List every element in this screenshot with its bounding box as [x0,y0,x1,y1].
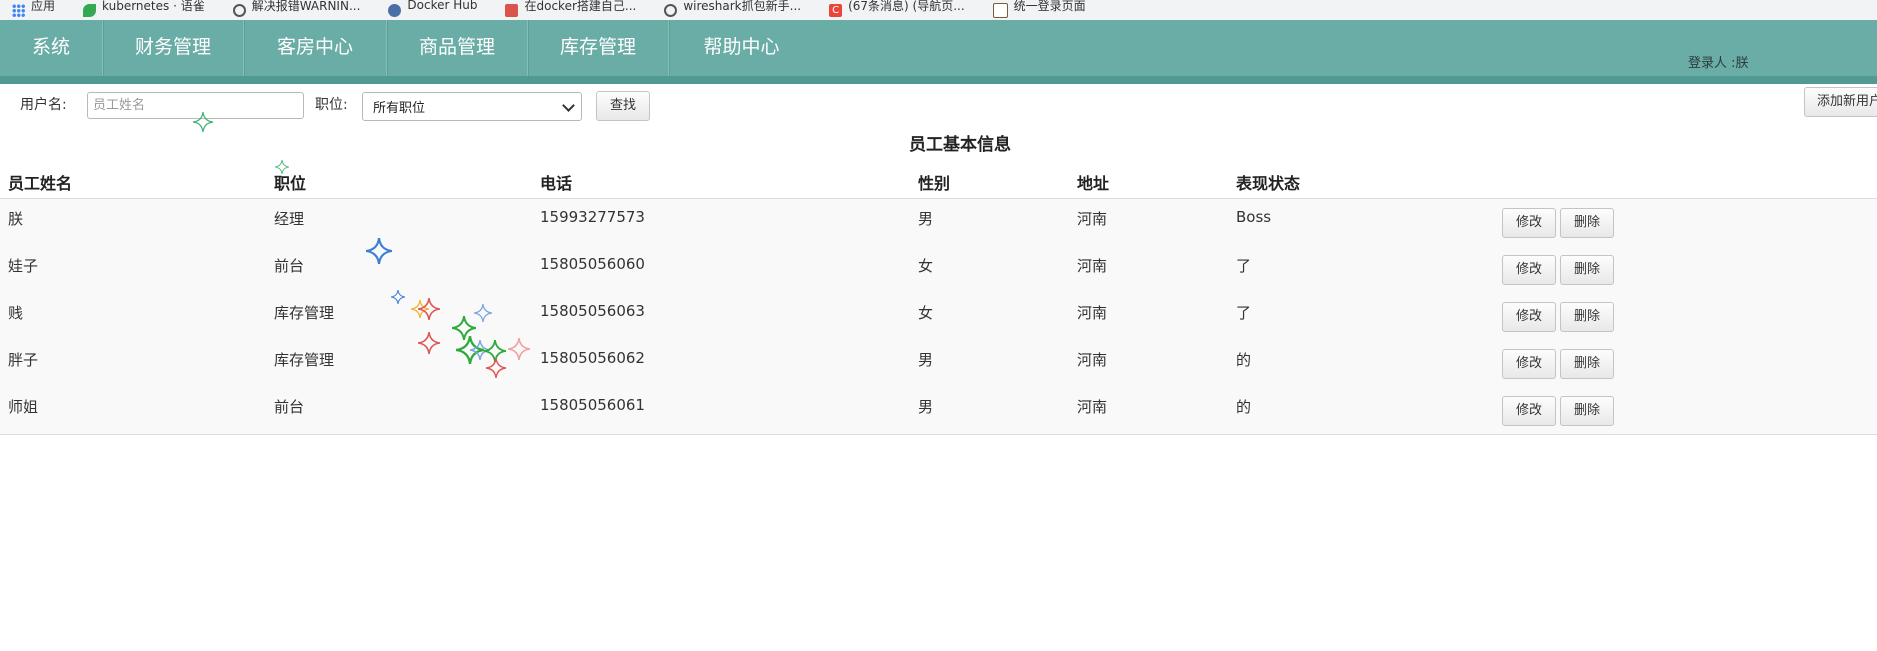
add-user-button[interactable]: 添加新用户 [1804,87,1877,117]
position-label: 职位: [315,97,348,113]
edit-button[interactable]: 修改 [1502,255,1556,285]
bookmark-csdn[interactable]: C (67条消息) (导航页... [829,0,965,20]
cell-address: 河南 [1077,351,1108,369]
cell-position: 前台 [274,257,305,275]
table-row: 贱 库存管理 15805056063 女 河南 了 修改 删除 [0,293,1877,341]
cell-position: 库存管理 [274,351,335,369]
bookmark-label: 应用 [31,0,56,13]
wireshark-fin-icon [232,3,246,17]
cell-address: 河南 [1077,398,1108,416]
bookmark-label: (67条消息) (导航页... [848,0,965,13]
cell-name: 胖子 [8,351,39,369]
table-row: 胖子 库存管理 15805056062 男 河南 的 修改 删除 [0,340,1877,388]
cell-status: 的 [1236,398,1252,416]
apps-icon [12,3,25,17]
nav-item-system[interactable]: 系统 [0,20,103,76]
cell-gender: 女 [918,257,934,275]
bookmark-kubernetes[interactable]: kubernetes · 语雀 [83,0,205,20]
bookmarks-bar: 应用 kubernetes · 语雀 解决报错WARNIN... Docker … [0,0,1877,20]
bookmark-wireshark[interactable]: wireshark抓包新手... [664,0,801,20]
bookmark-label: 解决报错WARNIN... [251,0,361,13]
top-nav: 系统 财务管理 客房中心 商品管理 库存管理 帮助中心 [0,20,1877,84]
cell-status: 了 [1236,257,1252,275]
bookmark-warning-fix[interactable]: 解决报错WARNIN... [232,0,361,20]
table-row: 朕 经理 15993277573 男 河南 Boss 修改 删除 [0,199,1877,247]
bookmark-docker-hub[interactable]: Docker Hub [388,0,477,20]
image-icon [992,2,1008,18]
nav-item-help[interactable]: 帮助中心 [669,20,814,76]
column-header-address: 地址 [1077,174,1110,193]
table-row: 师姐 前台 15805056061 男 河南 的 修改 删除 [0,387,1877,435]
cell-address: 河南 [1077,257,1108,275]
cell-status: 了 [1236,304,1252,322]
edit-button[interactable]: 修改 [1502,396,1556,426]
table-title: 员工基本信息 [909,135,1011,155]
nav-item-finance[interactable]: 财务管理 [103,20,244,76]
bookmark-red-icon [505,3,519,17]
cell-gender: 男 [918,210,934,228]
cell-phone: 15805056060 [540,255,645,273]
cell-address: 河南 [1077,210,1108,228]
cell-name: 贱 [8,304,24,322]
position-select-value: 所有职位 [373,101,426,116]
chevron-down-icon [562,99,575,112]
bookmark-label: 统一登录页面 [1013,0,1086,13]
delete-button[interactable]: 删除 [1560,349,1614,379]
edit-button[interactable]: 修改 [1502,208,1556,238]
cell-phone: 15805056063 [540,302,645,320]
position-select[interactable]: 所有职位 [362,92,582,121]
delete-button[interactable]: 删除 [1560,302,1614,332]
bookmark-apps[interactable]: 应用 [12,0,55,20]
cell-gender: 男 [918,398,934,416]
bookmark-docker-setup[interactable]: 在docker搭建自己... [505,0,636,20]
delete-button[interactable]: 删除 [1560,255,1614,285]
cell-position: 前台 [274,398,305,416]
delete-button[interactable]: 删除 [1560,208,1614,238]
cell-position: 经理 [274,210,305,228]
bookmark-label: 在docker搭建自己... [524,0,637,13]
column-header-gender: 性别 [918,174,951,193]
column-header-name: 员工姓名 [8,174,73,193]
column-header-phone: 电话 [540,174,573,193]
cell-address: 河南 [1077,304,1108,322]
edit-button[interactable]: 修改 [1502,302,1556,332]
cell-phone: 15993277573 [540,208,645,226]
nav-item-inventory[interactable]: 库存管理 [528,20,669,76]
wireshark-fin-icon [664,3,678,17]
cell-gender: 女 [918,304,934,322]
username-search-input[interactable] [87,92,304,119]
cell-gender: 男 [918,351,934,369]
yuque-leaf-icon [83,3,97,17]
cell-status: 的 [1236,351,1252,369]
delete-button[interactable]: 删除 [1560,396,1614,426]
cell-status: Boss [1236,208,1272,226]
bookmark-label: kubernetes · 语雀 [102,0,205,13]
edit-button[interactable]: 修改 [1502,349,1556,379]
table-row: 娃子 前台 15805056060 女 河南 了 修改 删除 [0,246,1877,294]
csdn-icon: C [829,3,843,17]
search-button[interactable]: 查找 [596,91,650,121]
bookmark-login-page[interactable]: 统一登录页面 [992,0,1086,20]
cell-name: 朕 [8,210,24,228]
column-header-status: 表现状态 [1236,174,1301,193]
docker-icon [388,3,402,17]
cell-position: 库存管理 [274,304,335,322]
bookmark-label: Docker Hub [407,0,478,12]
cell-name: 师姐 [8,398,39,416]
nav-item-rooms[interactable]: 客房中心 [244,20,387,76]
cell-phone: 15805056062 [540,349,645,367]
bookmark-label: wireshark抓包新手... [683,0,802,13]
login-user-label: 登录人 :朕 [1688,56,1749,71]
username-label: 用户名: [20,97,67,113]
cell-phone: 15805056061 [540,396,645,414]
cell-name: 娃子 [8,257,39,275]
column-header-position: 职位 [274,174,307,193]
nav-item-products[interactable]: 商品管理 [387,20,528,76]
